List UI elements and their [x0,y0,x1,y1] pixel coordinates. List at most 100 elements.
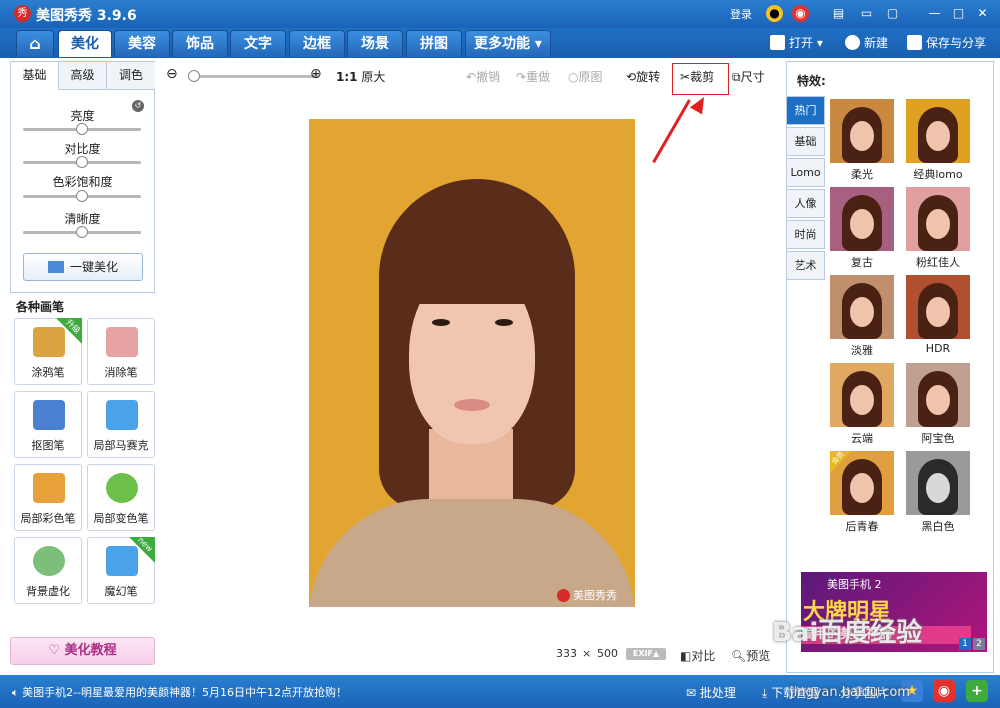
login-link[interactable]: 登录 [730,6,752,22]
saturation-slider[interactable] [23,190,141,202]
original-size-label: 原大 [361,70,386,84]
original-size-button[interactable]: 1:1 原大 [336,68,385,85]
tab-text[interactable]: 文字 [230,30,286,57]
image-height: 500 [597,647,618,660]
wand-icon [47,261,64,273]
category-portrait[interactable]: 人像 [787,189,825,218]
save-share-button[interactable]: 保存与分享 [907,34,986,51]
effect-retro[interactable]: 复古 [830,187,894,269]
effect-cloud[interactable]: 云端 [830,363,894,445]
new-button[interactable]: 新建 [845,34,888,51]
qq-icon[interactable]: ● [766,5,783,22]
brushes-title: 各种画笔 [16,300,65,314]
tab-more-features[interactable]: 更多功能 ▾ [465,30,551,57]
one-click-beautify-button[interactable]: 一键美化 [23,253,143,281]
close-icon[interactable]: ✕ [974,5,991,22]
background-blur-button[interactable]: 背景虚化 [14,537,82,604]
effect-classic-lomo[interactable]: 经典lomo [906,99,970,181]
category-hot[interactable]: 热门 [787,96,825,125]
undo-button[interactable]: ↶撤销 [466,68,500,85]
preview-button[interactable]: 🔍︎预览 [731,647,770,664]
tab-frame[interactable]: 边框 [289,30,345,57]
redo-button[interactable]: ↷重做 [516,68,550,85]
magic-brush-button[interactable]: new 魔幻笔 [87,535,155,604]
baidu-watermark-logo: Bai百度经验 [772,618,923,648]
thumb-face [926,473,950,503]
skin-icon[interactable]: ▤ [830,5,847,22]
category-art[interactable]: 艺术 [787,251,825,280]
plus-icon [845,35,860,50]
doodle-brush-label: 涂鸦笔 [31,366,65,379]
effect-abao[interactable]: 阿宝色 [906,363,970,445]
effect-soft-light[interactable]: 柔光 [830,99,894,181]
tab-collage[interactable]: 拼图 [406,30,462,57]
recolor-brush-button[interactable]: 局部变色笔 [87,464,155,531]
dimension-separator: × [582,647,592,660]
minimize-icon[interactable]: — [926,5,943,22]
cutout-brush-button[interactable]: 抠图笔 [14,391,82,458]
sharpness-slider[interactable] [23,226,141,238]
saturation-knob[interactable] [76,190,88,202]
brightness-knob[interactable] [76,123,88,135]
subtab-basic[interactable]: 基础 [11,62,59,90]
ad-page-1[interactable]: 1 [959,638,971,650]
contrast-slider[interactable] [23,156,141,168]
tab-scene[interactable]: 场景 [347,30,403,57]
effect-label: 经典lomo [913,168,963,181]
zoom-slider[interactable] [188,70,318,82]
tab-beauty[interactable]: 美容 [114,30,170,57]
sharpness-knob[interactable] [76,226,88,238]
contrast-knob[interactable] [76,156,88,168]
exif-button[interactable]: EXIF▲ [626,648,666,660]
zoom-out-icon[interactable]: ⊖ [166,66,178,82]
status-message[interactable]: 🔈︎ 美图手机2--明星最爱用的美颜神器！5月16日中午12点开放抢购！ [12,684,347,700]
maximize-icon[interactable]: □ [950,5,967,22]
settings-icon[interactable]: ▢ [884,5,901,22]
effect-post-youth[interactable]: 会员 后青春 [830,451,894,533]
resize-button[interactable]: ⧉尺寸 [732,68,765,85]
batch-button[interactable]: ✉ 批处理 [686,684,736,701]
eraser-brush-button[interactable]: 消除笔 [87,318,155,385]
color-brush-icon [33,473,65,503]
thumb-face [850,121,874,151]
weibo-icon[interactable]: ◉ [792,5,809,22]
original-image-button[interactable]: ○原图 [568,68,603,85]
compare-button[interactable]: ◧对比 [680,647,715,664]
batch-icon: ✉ [686,686,700,700]
home-icon[interactable]: ⌂ [16,30,54,57]
effect-label: HDR [925,342,951,355]
category-basic[interactable]: 基础 [787,127,825,156]
baidu-watermark-url: jingyan.baidu.com [790,685,910,700]
effects-panel: 特效: 热门 基础 Lomo 人像 时尚 艺术 柔光 经典lomo 复古 粉红佳… [786,61,994,673]
doodle-brush-button[interactable]: 升级 涂鸦笔 [14,318,82,385]
effect-thumbnail [830,275,894,339]
download-icon: ⤓ [762,686,772,700]
effect-elegant[interactable]: 淡雅 [830,275,894,357]
effect-pink-lady[interactable]: 粉红佳人 [906,187,970,269]
zoom-in-icon[interactable]: ⊕ [310,66,322,82]
local-color-brush-button[interactable]: 局部彩色笔 [14,464,82,531]
brightness-slider[interactable] [23,123,141,135]
effect-black-white[interactable]: 黑白色 [906,451,970,533]
left-panel: 基础 高级 调色 ↺ 亮度 对比度 色彩饱和度 清晰度 一键美化 各种画笔 升级… [10,61,155,673]
open-button[interactable]: 打开 ▾ [770,34,823,51]
feedback-icon[interactable]: ▭ [858,5,875,22]
category-fashion[interactable]: 时尚 [787,220,825,249]
photo-canvas[interactable]: 美图秀秀 [309,119,635,607]
category-lomo[interactable]: Lomo [787,158,825,187]
beautify-tutorial-button[interactable]: ♡ 美化教程 [10,637,155,665]
add-icon[interactable]: + [966,680,988,702]
tab-beautify[interactable]: 美化 [58,30,112,57]
title-bar: 秀 美图秀秀 3.9.6 登录 ● ◉ ▤ ▭ ▢ — □ ✕ [0,0,1000,28]
rotate-button[interactable]: ⟲旋转 [626,68,660,85]
mosaic-brush-button[interactable]: 局部马赛克 [87,391,155,458]
subtab-color[interactable]: 调色 [107,62,155,90]
ad-page-2[interactable]: 2 [973,638,985,650]
thumb-face [926,297,950,327]
zoom-knob[interactable] [188,70,200,82]
effect-hdr[interactable]: HDR [906,275,970,355]
subtab-advanced[interactable]: 高级 [59,62,107,90]
tab-accessories[interactable]: 饰品 [172,30,228,57]
weibo-share-icon[interactable]: ◉ [933,680,955,702]
thumb-face [850,297,874,327]
